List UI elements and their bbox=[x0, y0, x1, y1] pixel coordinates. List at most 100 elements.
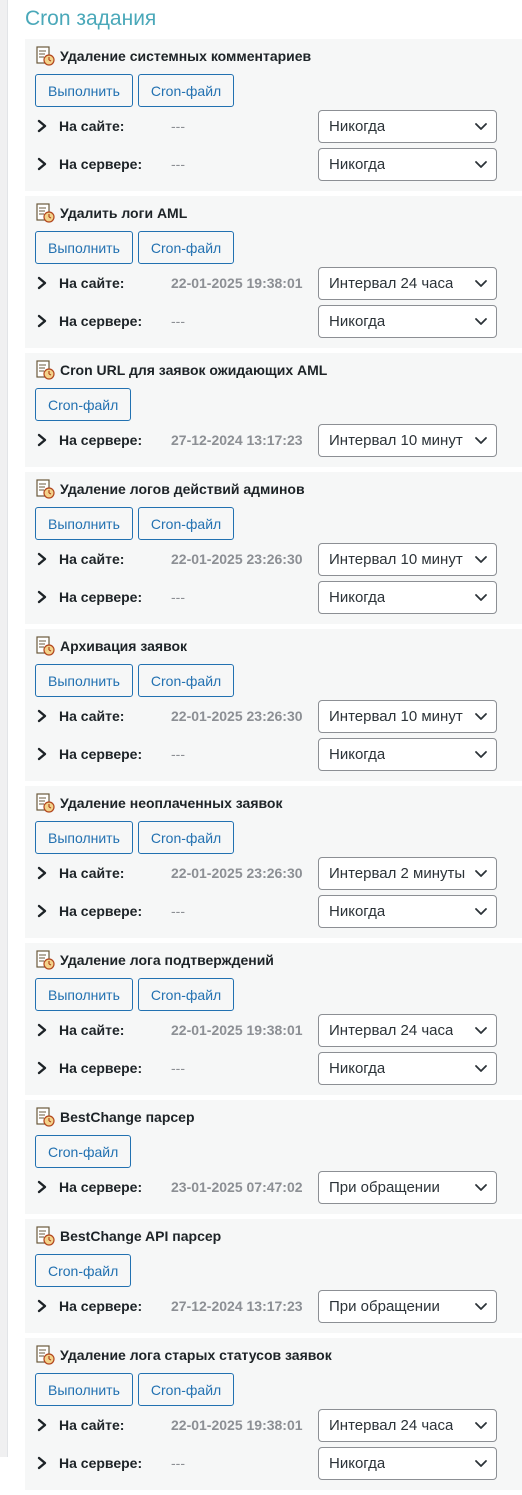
cron-job: Архивация заявок Выполнить Cron-файл На сай… bbox=[25, 629, 522, 786]
interval-value: Никогда bbox=[329, 155, 386, 173]
run-button[interactable]: Выполнить bbox=[35, 978, 133, 1011]
chevron-right-icon[interactable] bbox=[35, 904, 49, 918]
run-button[interactable]: Выполнить bbox=[35, 1373, 133, 1406]
site-last-run: 22-01-2025 19:38:01 bbox=[171, 1417, 303, 1433]
chevron-right-icon[interactable] bbox=[35, 157, 49, 171]
cron-file-button[interactable]: Cron-файл bbox=[137, 664, 235, 697]
chevron-right-icon[interactable] bbox=[35, 552, 49, 566]
chevron-right-icon[interactable] bbox=[35, 709, 49, 723]
run-button[interactable]: Выполнить bbox=[35, 74, 133, 107]
cron-job-title: BestChange API парсер bbox=[60, 1228, 222, 1244]
server-last-run: --- bbox=[171, 746, 185, 762]
chevron-down-icon bbox=[474, 1299, 488, 1313]
cron-job-actions: Выполнить Cron-файл bbox=[35, 821, 522, 854]
server-last-run: --- bbox=[171, 589, 185, 605]
cron-job-actions: Выполнить Cron-файл bbox=[35, 74, 522, 107]
server-last-run: 23-01-2025 07:47:02 bbox=[171, 1179, 303, 1195]
run-button[interactable]: Выполнить bbox=[35, 821, 133, 854]
site-interval-select[interactable]: Никогда bbox=[318, 109, 497, 143]
chevron-down-icon bbox=[474, 276, 488, 290]
chevron-right-icon[interactable] bbox=[35, 1061, 49, 1075]
run-button[interactable]: Выполнить bbox=[35, 507, 133, 540]
cron-job-actions: Cron-файл bbox=[35, 1135, 522, 1168]
server-interval-select[interactable]: При обращении bbox=[318, 1289, 497, 1323]
server-interval-select[interactable]: Никогда bbox=[318, 1051, 497, 1085]
server-schedule-row: На сервере: 23-01-2025 07:47:02 При обраще… bbox=[35, 1168, 522, 1206]
cron-file-button[interactable]: Cron-файл bbox=[137, 821, 235, 854]
server-interval-select[interactable]: Никогда bbox=[318, 580, 497, 614]
server-schedule-row: На сервере: --- Никогда bbox=[35, 1049, 522, 1087]
cron-job: BestChange API парсер Cron-файл На сервере… bbox=[25, 1219, 522, 1338]
server-label: На сервере: bbox=[59, 156, 143, 172]
cron-file-button[interactable]: Cron-файл bbox=[35, 388, 132, 421]
cron-job-actions: Cron-файл bbox=[35, 1254, 522, 1287]
cron-job-title: Cron URL для заявок ожидающих AML bbox=[60, 362, 328, 378]
cron-job: Cron URL для заявок ожидающих AML Cron-фа… bbox=[25, 353, 522, 472]
chevron-right-icon[interactable] bbox=[35, 1456, 49, 1470]
chevron-right-icon[interactable] bbox=[35, 314, 49, 328]
cron-job-actions: Cron-файл bbox=[35, 388, 522, 421]
chevron-down-icon bbox=[474, 1180, 488, 1194]
cron-file-button[interactable]: Cron-файл bbox=[137, 507, 235, 540]
chevron-right-icon[interactable] bbox=[35, 1418, 49, 1432]
chevron-right-icon[interactable] bbox=[35, 590, 49, 604]
server-interval-select[interactable]: Никогда bbox=[318, 304, 497, 338]
site-label: На сайте: bbox=[59, 275, 125, 291]
server-last-run: 27-12-2024 13:17:23 bbox=[171, 1298, 303, 1314]
chevron-right-icon[interactable] bbox=[35, 1299, 49, 1313]
chevron-right-icon[interactable] bbox=[35, 276, 49, 290]
cron-job-header: BestChange парсер bbox=[35, 1105, 522, 1129]
chevron-down-icon bbox=[474, 904, 488, 918]
server-interval-select[interactable]: Никогда bbox=[318, 1446, 497, 1480]
cron-job-list: Удаление системных комментариев Выполнить… bbox=[25, 39, 522, 1495]
chevron-right-icon[interactable] bbox=[35, 119, 49, 133]
server-last-run: --- bbox=[171, 903, 185, 919]
site-interval-select[interactable]: Интервал 24 часа bbox=[318, 1013, 497, 1047]
run-button[interactable]: Выполнить bbox=[35, 664, 133, 697]
cron-job-header: Удаление лога подтверждений bbox=[35, 948, 522, 972]
server-label: На сервере: bbox=[59, 589, 143, 605]
interval-value: Интервал 10 минут bbox=[329, 550, 463, 568]
run-button[interactable]: Выполнить bbox=[35, 231, 133, 264]
site-interval-select[interactable]: Интервал 2 минуты bbox=[318, 856, 497, 890]
server-schedule-row: На сервере: --- Никогда bbox=[35, 578, 522, 616]
cron-job-actions: Выполнить Cron-файл bbox=[35, 231, 522, 264]
server-interval-select[interactable]: Никогда bbox=[318, 737, 497, 771]
site-label: На сайте: bbox=[59, 551, 125, 567]
chevron-down-icon bbox=[474, 1061, 488, 1075]
cron-job-header: Архивация заявок bbox=[35, 634, 522, 658]
chevron-right-icon[interactable] bbox=[35, 433, 49, 447]
cron-file-button[interactable]: Cron-файл bbox=[137, 74, 235, 107]
cron-file-button[interactable]: Cron-файл bbox=[35, 1135, 132, 1168]
chevron-right-icon[interactable] bbox=[35, 747, 49, 761]
server-schedule-row: На сервере: 27-12-2024 13:17:23 При обраще… bbox=[35, 1287, 522, 1325]
cron-file-button[interactable]: Cron-файл bbox=[137, 978, 235, 1011]
server-schedule-row: На сервере: 27-12-2024 13:17:23 Интервал 1… bbox=[35, 421, 522, 459]
cron-file-button[interactable]: Cron-файл bbox=[137, 1373, 235, 1406]
clock-document-icon bbox=[35, 793, 55, 813]
site-interval-select[interactable]: Интервал 10 минут bbox=[318, 699, 497, 733]
server-last-run: --- bbox=[171, 1060, 185, 1076]
site-interval-select[interactable]: Интервал 24 часа bbox=[318, 1408, 497, 1442]
server-interval-select[interactable]: Никогда bbox=[318, 894, 497, 928]
chevron-right-icon[interactable] bbox=[35, 1023, 49, 1037]
server-interval-select[interactable]: Никогда bbox=[318, 147, 497, 181]
site-interval-select[interactable]: Интервал 24 часа bbox=[318, 266, 497, 300]
cron-job-title: BestChange парсер bbox=[60, 1109, 195, 1125]
chevron-down-icon bbox=[474, 552, 488, 566]
server-interval-select[interactable]: Интервал 10 минут bbox=[318, 423, 497, 457]
cron-file-button[interactable]: Cron-файл bbox=[35, 1254, 132, 1287]
chevron-right-icon[interactable] bbox=[35, 1180, 49, 1194]
server-label: На сервере: bbox=[59, 746, 143, 762]
site-interval-select[interactable]: Интервал 10 минут bbox=[318, 542, 497, 576]
cron-file-button[interactable]: Cron-файл bbox=[137, 231, 235, 264]
server-interval-select[interactable]: При обращении bbox=[318, 1170, 497, 1204]
clock-document-icon bbox=[35, 360, 55, 380]
clock-document-icon bbox=[35, 1345, 55, 1365]
interval-value: Никогда bbox=[329, 117, 386, 135]
site-last-run: 22-01-2025 19:38:01 bbox=[171, 1022, 303, 1038]
chevron-right-icon[interactable] bbox=[35, 866, 49, 880]
interval-value: Интервал 24 часа bbox=[329, 1416, 454, 1434]
clock-document-icon bbox=[35, 1226, 55, 1246]
chevron-down-icon bbox=[474, 314, 488, 328]
